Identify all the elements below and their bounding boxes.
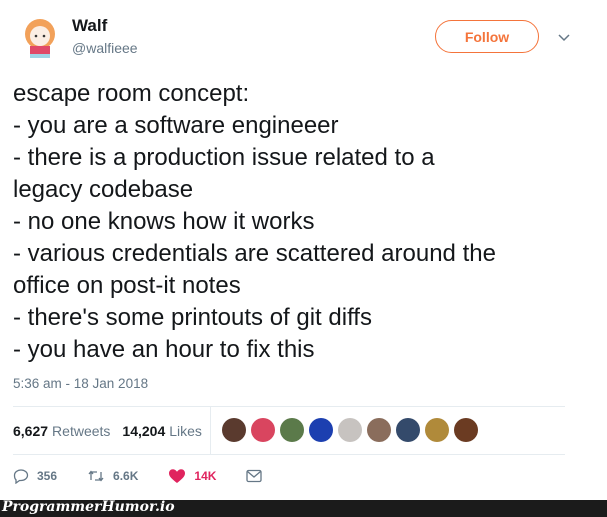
like-button[interactable]: 14K <box>168 468 216 484</box>
watermark: ProgrammerHumor.io <box>2 499 175 515</box>
tweet-line: legacy codebase <box>13 176 194 203</box>
divider <box>13 454 565 455</box>
tweet-line: office on post-it notes <box>13 272 241 299</box>
chevron-down-icon[interactable] <box>557 30 571 44</box>
tweet-line: - no one knows how it works <box>13 208 315 235</box>
likes-count[interactable]: 14,204 <box>122 423 165 439</box>
tweet-line: - you are a software engineeer <box>13 112 339 139</box>
action-bar: 356 6.6K 14K <box>13 466 300 486</box>
retweet-button[interactable]: 6.6K <box>87 468 138 484</box>
liker-avatar[interactable] <box>454 418 478 442</box>
tweet-line: - various credentials are scattered arou… <box>13 240 496 267</box>
retweets-count[interactable]: 6,627 <box>13 423 48 439</box>
reply-count: 356 <box>37 469 58 483</box>
avatar-image <box>25 19 55 58</box>
retweet-count: 6.6K <box>113 469 139 483</box>
tweet-line: - there's some printouts of git diffs <box>13 304 372 331</box>
liker-avatar[interactable] <box>222 418 246 442</box>
reply-button[interactable]: 356 <box>13 468 57 484</box>
retweet-icon <box>88 470 104 482</box>
follow-button[interactable]: Follow <box>435 20 539 53</box>
liker-avatar[interactable] <box>396 418 420 442</box>
retweets-label[interactable]: Retweets <box>52 423 110 439</box>
divider <box>210 407 211 454</box>
like-count: 14K <box>194 469 217 483</box>
user-handle[interactable]: @walfieee <box>72 40 138 56</box>
reply-icon <box>13 469 29 484</box>
liker-avatar[interactable] <box>367 418 391 442</box>
tweet-line: - there is a production issue related to… <box>13 144 435 171</box>
liker-avatar[interactable] <box>251 418 275 442</box>
heart-icon <box>169 469 186 483</box>
avatar[interactable] <box>16 14 64 62</box>
watermark-bar: ProgrammerHumor.io <box>0 499 607 517</box>
liker-avatar[interactable] <box>425 418 449 442</box>
envelope-icon <box>246 469 263 483</box>
tweet-line: escape room concept: <box>13 80 250 107</box>
timestamp[interactable]: 5:36 am - 18 Jan 2018 <box>13 376 148 391</box>
tweet-text: escape room concept: - you are a softwar… <box>13 78 603 366</box>
liker-avatar[interactable] <box>309 418 333 442</box>
direct-message-button[interactable] <box>246 469 270 483</box>
likes-label[interactable]: Likes <box>169 423 202 439</box>
liker-avatars <box>222 418 483 442</box>
liker-avatar[interactable] <box>280 418 304 442</box>
liker-avatar[interactable] <box>338 418 362 442</box>
user-name[interactable]: Walf <box>72 16 107 36</box>
tweet-line: - you have an hour to fix this <box>13 336 315 363</box>
